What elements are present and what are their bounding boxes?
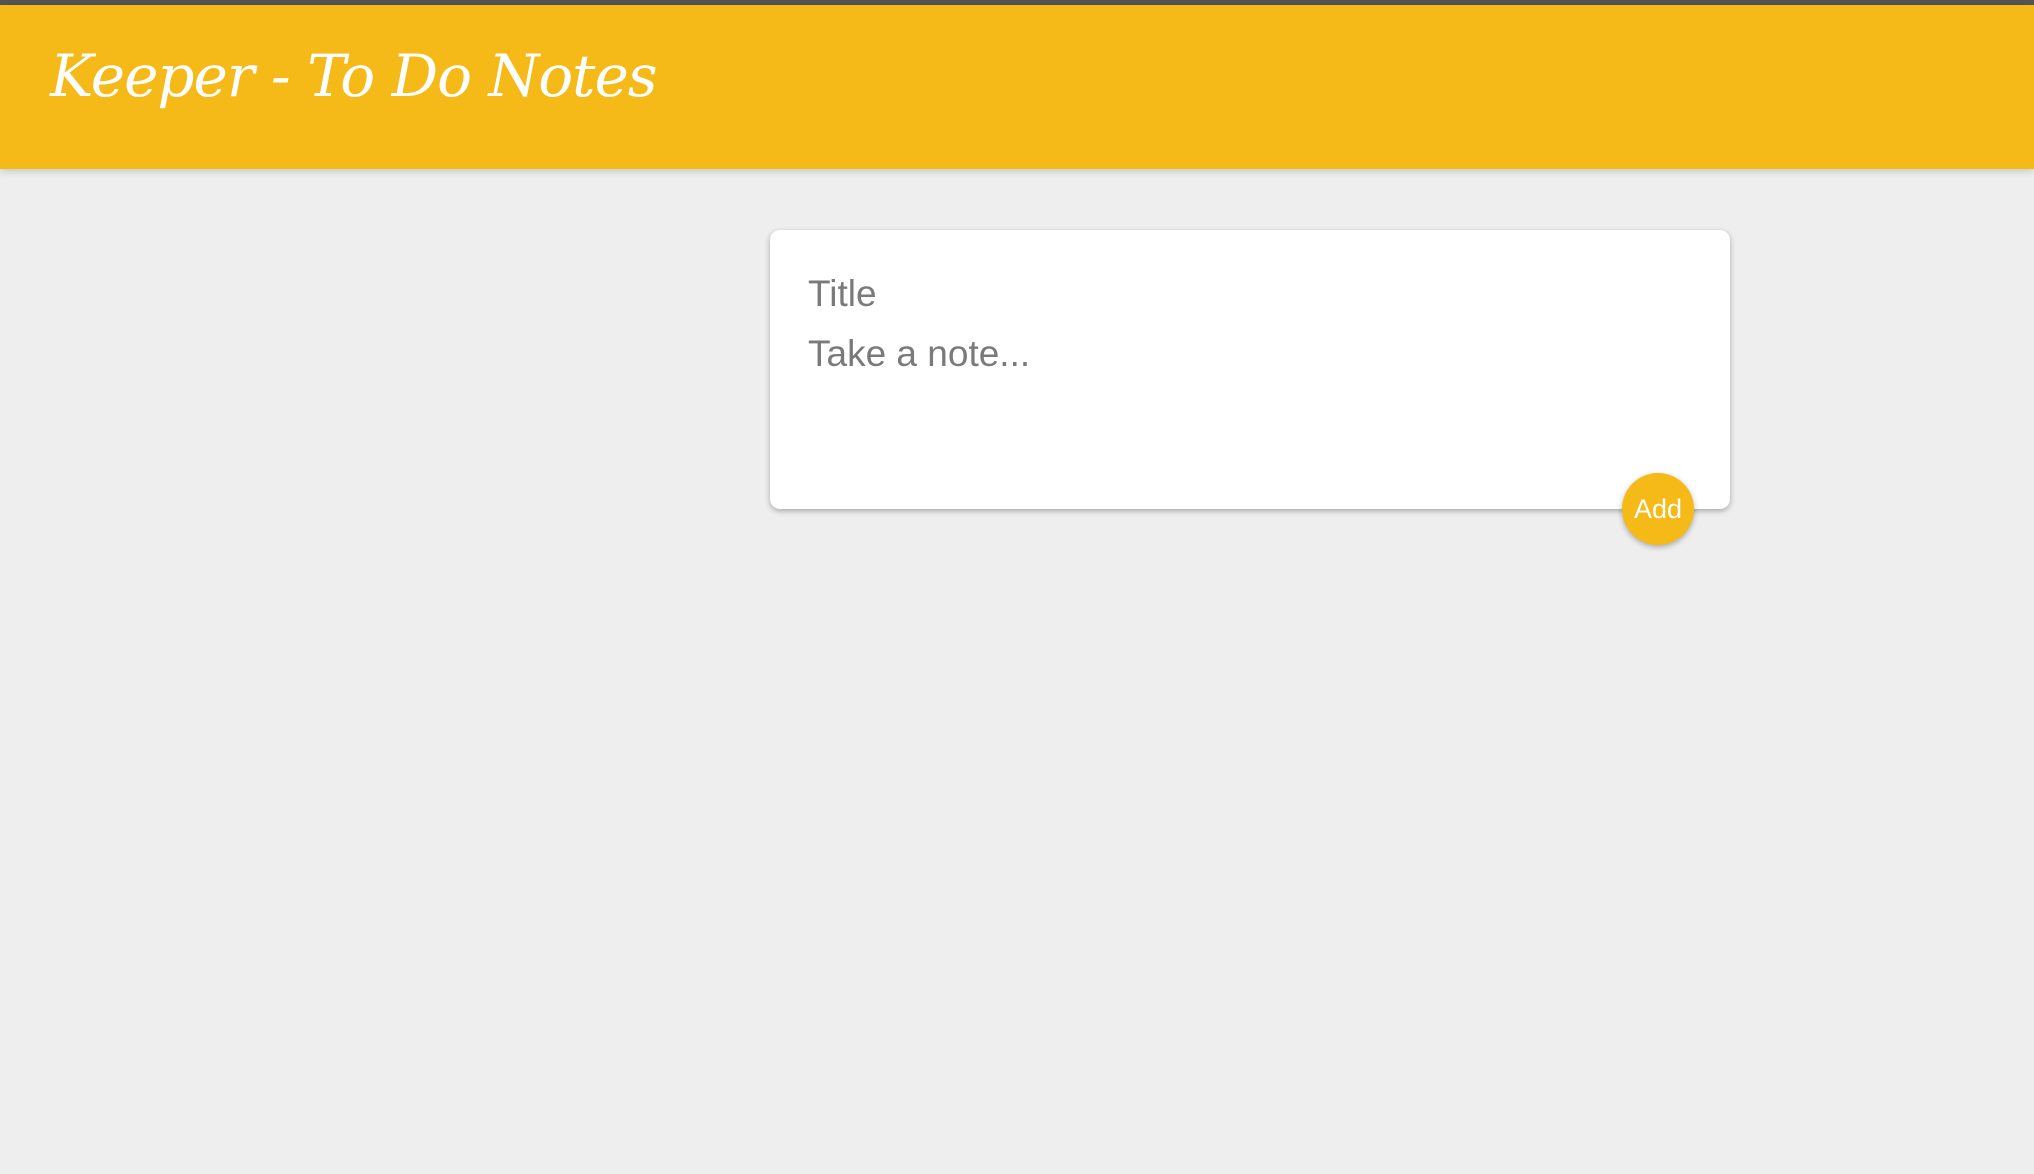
add-note-button[interactable]: Add [1622,473,1694,545]
app-header: Keeper - To Do Notes [0,5,2034,169]
note-content-textarea[interactable] [808,330,1688,480]
app-title: Keeper - To Do Notes [50,42,658,110]
create-note-form [770,230,1730,509]
note-title-input[interactable] [808,270,1688,318]
